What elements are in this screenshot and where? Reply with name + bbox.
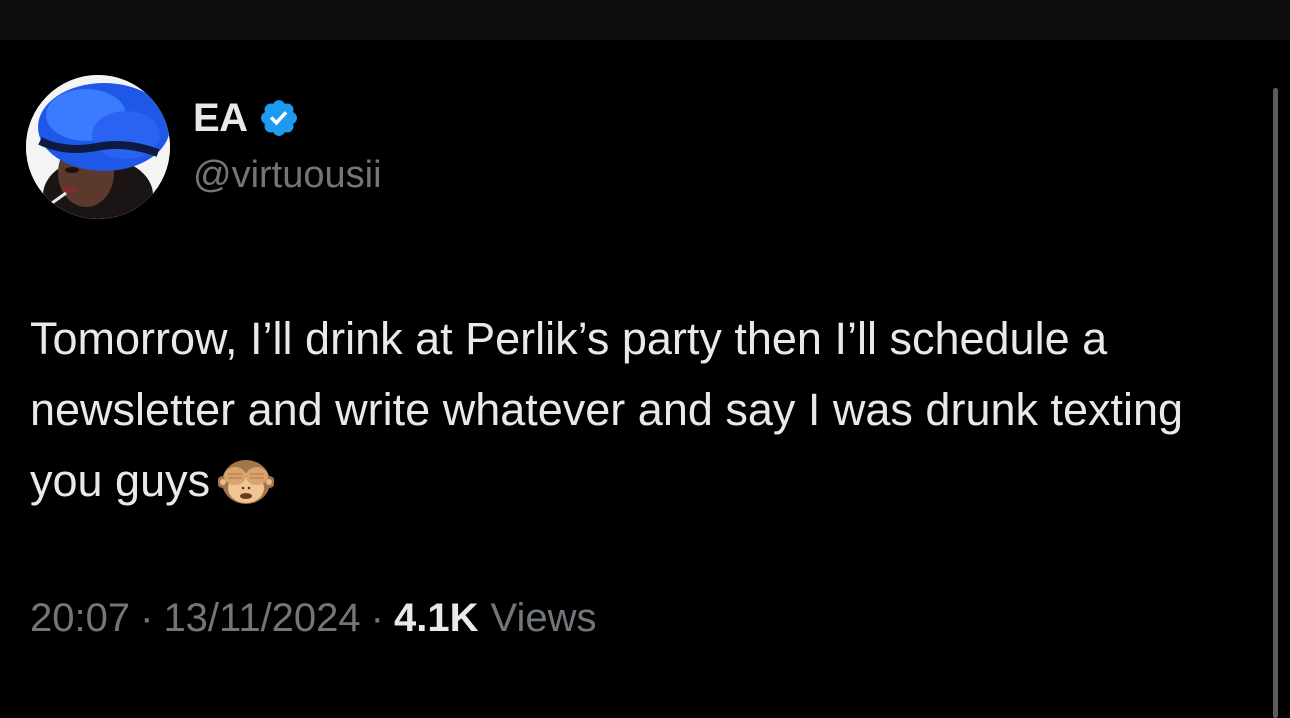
scrollbar[interactable]	[1270, 40, 1290, 718]
tweet-date[interactable]: 13/11/2024	[163, 596, 360, 640]
top-bar	[0, 0, 1290, 40]
verified-badge-icon[interactable]	[258, 97, 300, 139]
tweet-text-content: Tomorrow, I’ll drink at Perlik’s party t…	[30, 313, 1184, 506]
author-handle[interactable]: @virtuousii	[193, 154, 382, 197]
meta-separator: ·	[370, 596, 384, 640]
tweet-time[interactable]: 20:07	[30, 596, 130, 640]
tweet-text: Tomorrow, I’ll drink at Perlik’s party t…	[30, 303, 1260, 516]
views-count[interactable]: 4.1K	[394, 596, 479, 640]
see-no-evil-monkey-icon	[217, 452, 276, 508]
display-name[interactable]: EA	[193, 96, 248, 141]
tweet-meta: 20:07 · 13/11/2024 · 4.1K Views	[30, 596, 596, 641]
views-label[interactable]: Views	[491, 596, 597, 640]
scrollbar-thumb[interactable]	[1273, 88, 1278, 718]
avatar[interactable]	[26, 75, 170, 219]
author-name-row[interactable]: EA	[193, 94, 300, 142]
avatar-image	[26, 75, 170, 219]
meta-separator: ·	[140, 596, 154, 640]
